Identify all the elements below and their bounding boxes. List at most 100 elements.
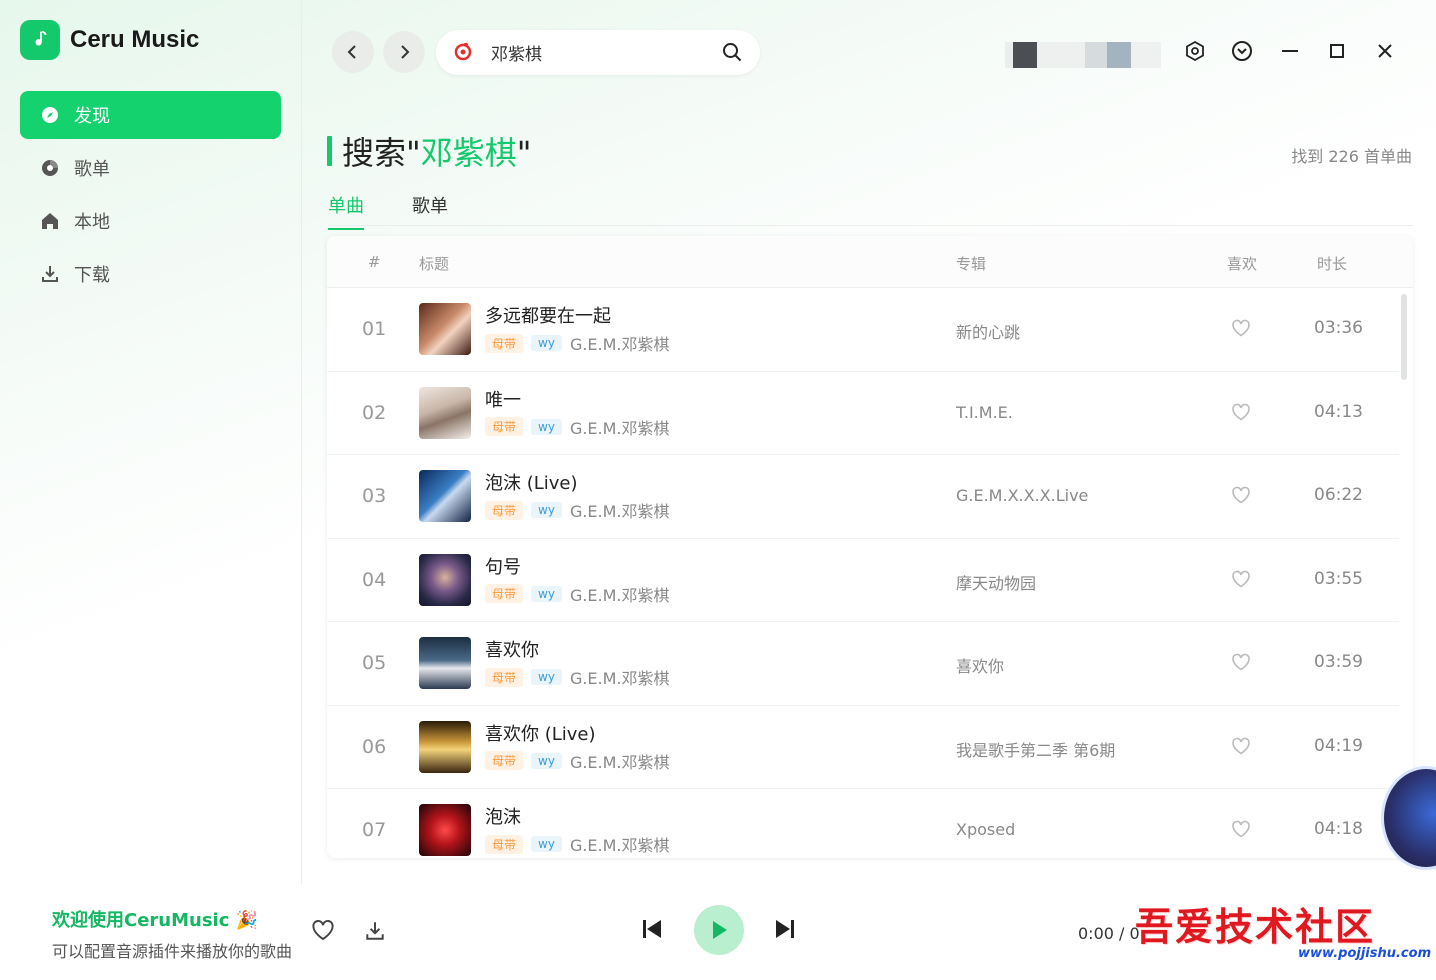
heart-icon[interactable] bbox=[1231, 653, 1251, 675]
song-duration: 03:36 bbox=[1314, 318, 1363, 338]
chevron-right-icon bbox=[401, 45, 410, 59]
album-cover[interactable] bbox=[419, 386, 471, 439]
album-name[interactable]: 喜欢你 bbox=[956, 653, 1004, 677]
search-icon[interactable] bbox=[722, 42, 742, 66]
row-index: 04 bbox=[362, 568, 387, 591]
netease-music-icon[interactable] bbox=[453, 41, 473, 65]
heart-icon[interactable] bbox=[1231, 570, 1251, 592]
artist-name[interactable]: G.E.M.邓紫棋 bbox=[570, 498, 670, 522]
album-cover[interactable] bbox=[419, 804, 471, 856]
table-row[interactable]: 04 句号 母带 wy G.E.M.邓紫棋 摩天动物园 03:55 bbox=[327, 539, 1399, 622]
song-title[interactable]: 唯一 bbox=[485, 386, 521, 412]
settings-icon[interactable] bbox=[1180, 36, 1210, 66]
row-index: 07 bbox=[362, 819, 387, 841]
song-title[interactable]: 喜欢你 (Live) bbox=[485, 720, 596, 746]
search-input[interactable] bbox=[491, 42, 691, 63]
watermark-url: www.pojjishu.com bbox=[1298, 946, 1432, 961]
sidebar-item-discover[interactable]: 发现 bbox=[20, 91, 281, 139]
album-cover[interactable] bbox=[419, 470, 471, 522]
tab-songs[interactable]: 单曲 bbox=[328, 192, 364, 230]
scrollbar[interactable] bbox=[1401, 294, 1407, 380]
title-suffix: " bbox=[516, 134, 532, 172]
heart-icon[interactable] bbox=[1231, 820, 1251, 842]
heart-icon[interactable] bbox=[1231, 319, 1251, 341]
sidebar-item-local[interactable]: 本地 bbox=[20, 197, 281, 245]
maximize-icon[interactable] bbox=[1322, 36, 1352, 66]
sidebar-item-label: 下载 bbox=[74, 265, 110, 286]
artist-name[interactable]: G.E.M.邓紫棋 bbox=[570, 832, 670, 856]
app-name: Ceru Music bbox=[70, 26, 200, 53]
close-icon[interactable] bbox=[1370, 36, 1400, 66]
tab-playlists[interactable]: 歌单 bbox=[412, 192, 448, 228]
heart-icon[interactable] bbox=[1231, 486, 1251, 508]
compass-icon bbox=[40, 105, 60, 125]
album-name[interactable]: Xposed bbox=[956, 820, 1015, 839]
album-name[interactable]: 我是歌手第二季 第6期 bbox=[956, 737, 1115, 761]
artist-name[interactable]: G.E.M.邓紫棋 bbox=[570, 749, 670, 773]
album-cover[interactable] bbox=[419, 303, 471, 355]
row-index: 03 bbox=[362, 485, 387, 507]
album-cover[interactable] bbox=[419, 637, 471, 689]
sidebar-item-playlists[interactable]: 歌单 bbox=[20, 144, 281, 192]
album-cover[interactable] bbox=[419, 720, 471, 773]
page-title-text: 搜索"邓紫棋" bbox=[342, 128, 531, 174]
artist-name[interactable]: G.E.M.邓紫棋 bbox=[570, 665, 670, 689]
source-badge: wy bbox=[531, 502, 562, 518]
album-name[interactable]: T.I.M.E. bbox=[956, 403, 1013, 422]
sidebar-nav: 发现 歌单 本地 下载 bbox=[20, 91, 281, 303]
quality-badge: 母带 bbox=[485, 834, 524, 854]
result-count: 找到 226 首单曲 bbox=[1291, 147, 1412, 166]
heart-icon[interactable] bbox=[1231, 403, 1251, 425]
song-duration: 04:18 bbox=[1314, 819, 1363, 839]
next-track-icon[interactable] bbox=[773, 917, 797, 941]
home-icon bbox=[40, 211, 60, 231]
sidebar-item-label: 发现 bbox=[74, 106, 110, 127]
album-cover[interactable] bbox=[419, 553, 471, 606]
heart-icon[interactable] bbox=[1231, 737, 1251, 759]
quality-badge: 母带 bbox=[485, 500, 524, 520]
quality-badge: 母带 bbox=[485, 667, 524, 687]
song-duration: 03:59 bbox=[1314, 652, 1363, 672]
song-tags: 母带 wy G.E.M.邓紫棋 bbox=[485, 749, 670, 773]
quality-badge: 母带 bbox=[485, 584, 524, 603]
play-button[interactable] bbox=[694, 905, 744, 955]
album-name[interactable]: 新的心跳 bbox=[956, 319, 1020, 343]
song-title[interactable]: 句号 bbox=[485, 553, 521, 579]
album-name[interactable]: 摩天动物园 bbox=[956, 570, 1036, 594]
album-name[interactable]: G.E.M.X.X.X.Live bbox=[956, 486, 1088, 505]
table-row[interactable]: 02 唯一 母带 wy G.E.M.邓紫棋 T.I.M.E. 04:13 bbox=[327, 372, 1399, 455]
artist-name[interactable]: G.E.M.邓紫棋 bbox=[570, 415, 670, 439]
artist-name[interactable]: G.E.M.邓紫棋 bbox=[570, 582, 670, 606]
table-row[interactable]: 01 多远都要在一起 母带 wy G.E.M.邓紫棋 新的心跳 03:36 bbox=[327, 288, 1399, 372]
table-row[interactable]: 06 喜欢你 (Live) 母带 wy G.E.M.邓紫棋 我是歌手第二季 第6… bbox=[327, 706, 1399, 789]
source-badge: wy bbox=[531, 585, 562, 602]
heart-icon[interactable] bbox=[311, 919, 335, 941]
forward-button[interactable] bbox=[383, 31, 425, 73]
song-title[interactable]: 泡沫 bbox=[485, 803, 521, 829]
welcome-text: 欢迎使用CeruMusic 🎉 bbox=[52, 910, 259, 931]
song-title[interactable]: 多远都要在一起 bbox=[485, 302, 611, 328]
back-button[interactable] bbox=[332, 31, 374, 73]
source-badge: wy bbox=[531, 669, 562, 685]
result-tabs: 单曲 歌单 bbox=[328, 188, 1413, 230]
artist-name[interactable]: G.E.M.邓紫棋 bbox=[570, 331, 670, 355]
song-title[interactable]: 喜欢你 bbox=[485, 636, 539, 662]
collapse-player-icon[interactable] bbox=[1227, 36, 1257, 66]
song-title[interactable]: 泡沫 (Live) bbox=[485, 469, 578, 495]
row-index: 06 bbox=[362, 735, 387, 758]
search-bar bbox=[436, 30, 760, 75]
row-index: 05 bbox=[362, 652, 387, 674]
source-badge: wy bbox=[531, 752, 562, 769]
chevron-left-icon bbox=[347, 45, 356, 59]
song-tags: 母带 wy G.E.M.邓紫棋 bbox=[485, 832, 670, 856]
song-tags: 母带 wy G.E.M.邓紫棋 bbox=[485, 498, 670, 522]
sidebar-item-downloads[interactable]: 下载 bbox=[20, 250, 281, 298]
title-prefix: 搜索" bbox=[342, 134, 421, 172]
table-row[interactable]: 03 泡沫 (Live) 母带 wy G.E.M.邓紫棋 G.E.M.X.X.X… bbox=[327, 455, 1399, 539]
minimize-icon[interactable] bbox=[1275, 36, 1305, 66]
previous-track-icon[interactable] bbox=[640, 917, 664, 941]
table-row[interactable]: 05 喜欢你 母带 wy G.E.M.邓紫棋 喜欢你 03:59 bbox=[327, 622, 1399, 706]
download-icon[interactable] bbox=[364, 920, 386, 942]
table-row[interactable]: 07 泡沫 母带 wy G.E.M.邓紫棋 Xposed 04:18 bbox=[327, 789, 1399, 858]
source-badge: wy bbox=[531, 335, 562, 351]
